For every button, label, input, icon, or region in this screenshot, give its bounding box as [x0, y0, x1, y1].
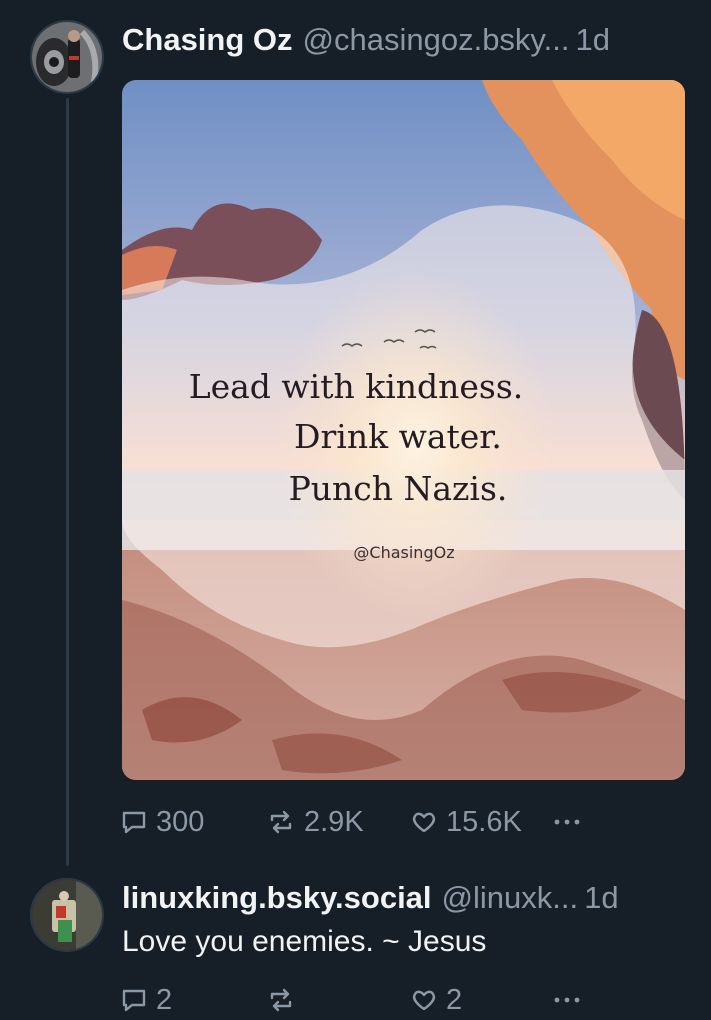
handle[interactable]: @chasingoz.bsky...: [303, 20, 570, 60]
repost-arrows-icon: [270, 810, 292, 834]
ellipsis-icon: [554, 997, 580, 1003]
more-options-button[interactable]: [552, 986, 590, 1014]
timestamp[interactable]: 1d: [584, 878, 618, 918]
reply-button[interactable]: 300: [120, 806, 204, 839]
thread-line: [66, 98, 69, 866]
quote-line-3: Punch Nazis.: [289, 469, 508, 508]
repost-button[interactable]: [266, 986, 304, 1014]
heart-icon: [412, 990, 436, 1011]
reply-count: 300: [156, 805, 205, 838]
display-name[interactable]: linuxking.bsky.social: [122, 878, 432, 918]
post-text: Love you enemies. ~ Jesus: [122, 925, 487, 958]
post-chasing-oz[interactable]: Chasing Oz @chasingoz.bsky... 1d Lead wi…: [0, 0, 711, 870]
ellipsis-icon: [554, 819, 580, 825]
repost-arrows-icon: [270, 988, 292, 1012]
post-linuxking[interactable]: linuxking.bsky.social @linuxk... 1d Love…: [0, 870, 711, 1016]
sunset-beach-image: Lead with kindness. Drink water. Punch N…: [122, 80, 685, 780]
post-header: Chasing Oz @chasingoz.bsky... 1d: [122, 20, 692, 60]
avatar-image: [32, 22, 102, 92]
like-button[interactable]: 2: [410, 984, 462, 1017]
like-button[interactable]: 15.6K: [410, 806, 522, 839]
reply-count: 2: [156, 983, 173, 1016]
timestamp[interactable]: 1d: [575, 20, 609, 60]
more-options-button[interactable]: [552, 808, 590, 836]
image-watermark: @ChasingOz: [353, 543, 454, 562]
speech-bubble-icon: [122, 989, 146, 1012]
avatar[interactable]: [30, 878, 104, 952]
quote-line-2: Drink water.: [294, 417, 502, 456]
avatar-image: [32, 880, 102, 950]
like-count: 2: [446, 983, 463, 1016]
repost-button[interactable]: 2.9K: [266, 806, 364, 839]
display-name[interactable]: Chasing Oz: [122, 20, 293, 60]
post-header: linuxking.bsky.social @linuxk... 1d: [122, 878, 692, 918]
handle[interactable]: @linuxk...: [442, 878, 579, 918]
reply-button[interactable]: 2: [120, 984, 172, 1017]
post-image[interactable]: Lead with kindness. Drink water. Punch N…: [122, 80, 685, 780]
like-count: 15.6K: [446, 805, 522, 838]
heart-icon: [412, 812, 436, 833]
repost-count: 2.9K: [304, 805, 364, 838]
avatar[interactable]: [30, 20, 104, 94]
speech-bubble-icon: [122, 811, 146, 834]
quote-line-1: Lead with kindness.: [189, 367, 524, 406]
